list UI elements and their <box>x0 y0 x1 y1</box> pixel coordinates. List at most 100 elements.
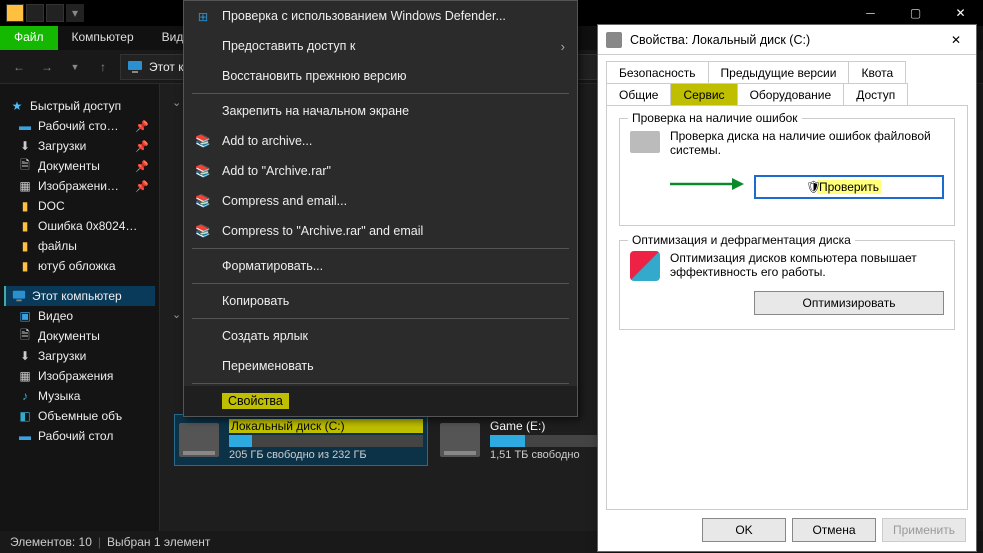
defrag-description: Оптимизация дисков компьютера повышает э… <box>670 251 944 279</box>
close-button[interactable]: ✕ <box>938 0 983 26</box>
ctx-pin-start[interactable]: Закрепить на начальном экране <box>184 96 577 126</box>
ok-button[interactable]: OK <box>702 518 786 542</box>
star-icon: ★ <box>10 99 24 113</box>
dialog-button-row: OK Отмена Применить <box>598 518 976 552</box>
cube-icon: ◧ <box>18 409 32 423</box>
apply-button[interactable]: Применить <box>882 518 966 542</box>
thispc-icon <box>127 59 143 75</box>
ctx-properties[interactable]: Свойства <box>184 386 577 416</box>
sidebar-item-pictures[interactable]: ▦Изображения <box>4 366 155 386</box>
ctx-defender[interactable]: ⊞Проверка с использованием Windows Defen… <box>184 1 577 31</box>
dialog-title: Свойства: Локальный диск (C:) <box>630 33 810 47</box>
folder-icon: ▬ <box>18 119 32 133</box>
tab-previous-versions[interactable]: Предыдущие версии <box>708 61 850 84</box>
group-title: Проверка на наличие ошибок <box>628 111 802 125</box>
pin-icon: 📌 <box>135 140 149 153</box>
optimize-button[interactable]: Оптимизировать <box>754 291 944 315</box>
ctx-add-rar[interactable]: 📚Add to "Archive.rar" <box>184 156 577 186</box>
sidebar-item-downloads[interactable]: ⬇Загрузки📌 <box>4 136 155 156</box>
drive-c-free-text: 205 ГБ свободно из 232 ГБ <box>229 449 423 461</box>
sidebar-item-music[interactable]: ♪Музыка <box>4 386 155 406</box>
dialog-titlebar[interactable]: Свойства: Локальный диск (C:) ✕ <box>598 25 976 55</box>
sidebar-item-folder[interactable]: ▮ютуб обложка <box>4 256 155 276</box>
sidebar-item-desktop[interactable]: ▬Рабочий сто…📌 <box>4 116 155 136</box>
error-check-group: Проверка на наличие ошибок Проверка диск… <box>619 118 955 226</box>
sidebar-this-pc[interactable]: Этот компьютер <box>4 286 155 306</box>
winrar-icon: 📚 <box>194 192 212 210</box>
context-menu: ⌄ ⌄ ⊞Проверка с использованием Windows D… <box>183 0 578 417</box>
minimize-button[interactable]: ─ <box>848 0 893 26</box>
ribbon-tab-file[interactable]: Файл <box>0 26 58 50</box>
chevron-right-icon: › <box>561 39 565 54</box>
tab-sharing[interactable]: Доступ <box>843 83 908 106</box>
sidebar-item-folder[interactable]: ▮DOC <box>4 196 155 216</box>
sidebar-item-desktop[interactable]: ▬Рабочий стол <box>4 426 155 446</box>
tab-tools[interactable]: Сервис <box>670 83 737 106</box>
window-controls: ─ ▢ ✕ <box>848 0 983 26</box>
sidebar-item-videos[interactable]: ▣Видео <box>4 306 155 326</box>
properties-dialog: Свойства: Локальный диск (C:) ✕ Безопасн… <box>597 24 977 552</box>
check-description: Проверка диска на наличие ошибок файлово… <box>670 129 944 157</box>
drive-c[interactable]: Локальный диск (C:) 205 ГБ свободно из 2… <box>174 414 428 466</box>
pictures-icon: ▦ <box>18 369 32 383</box>
sidebar-item-3dobjects[interactable]: ◧Объемные объ <box>4 406 155 426</box>
ctx-add-archive[interactable]: 📚Add to archive... <box>184 126 577 156</box>
pin-icon: 📌 <box>135 160 149 173</box>
history-dropdown[interactable]: ▼ <box>64 56 86 78</box>
up-button[interactable]: ↑ <box>92 56 114 78</box>
video-icon: ▣ <box>18 309 32 323</box>
cancel-button[interactable]: Отмена <box>792 518 876 542</box>
ctx-rename[interactable]: Переименовать <box>184 351 577 381</box>
ctx-share[interactable]: Предоставить доступ к› <box>184 31 577 61</box>
download-icon: ⬇ <box>18 349 32 363</box>
winrar-icon: 📚 <box>194 132 212 150</box>
drive-icon <box>606 32 622 48</box>
sidebar-item-folder[interactable]: ▮Ошибка 0x8024… <box>4 216 155 236</box>
tab-security[interactable]: Безопасность <box>606 61 709 84</box>
ribbon-tab-computer[interactable]: Компьютер <box>58 26 148 50</box>
separator <box>192 383 569 384</box>
sidebar-item-documents[interactable]: 🗎Документы📌 <box>4 156 155 176</box>
dialog-close-button[interactable]: ✕ <box>944 28 968 52</box>
folder-icon: ▮ <box>18 219 32 233</box>
separator <box>192 93 569 94</box>
ctx-compress-email[interactable]: 📚Compress and email... <box>184 186 577 216</box>
thispc-icon <box>12 289 26 303</box>
expand-chevron-icon[interactable]: ⌄ <box>172 96 181 109</box>
qat-icon[interactable] <box>46 4 64 22</box>
ctx-create-shortcut[interactable]: Создать ярлык <box>184 321 577 351</box>
qat-icon[interactable] <box>26 4 44 22</box>
documents-icon: 🗎 <box>18 329 32 343</box>
tab-hardware[interactable]: Оборудование <box>737 83 845 106</box>
sidebar-item-downloads[interactable]: ⬇Загрузки <box>4 346 155 366</box>
ctx-format[interactable]: Форматировать... <box>184 251 577 281</box>
expand-chevron-icon[interactable]: ⌄ <box>172 308 181 321</box>
sidebar-label: Быстрый доступ <box>30 99 121 113</box>
drive-icon <box>630 131 660 153</box>
defrag-group: Оптимизация и дефрагментация диска Оптим… <box>619 240 955 330</box>
optimize-icon <box>630 251 660 281</box>
ctx-copy[interactable]: Копировать <box>184 286 577 316</box>
address-text: Этот к <box>149 60 183 74</box>
forward-button[interactable]: → <box>36 56 58 78</box>
check-button[interactable]: Проверить <box>754 175 944 199</box>
dialog-tabs: Безопасность Предыдущие версии Квота Общ… <box>598 55 976 105</box>
sidebar-item-pictures[interactable]: ▦Изображени…📌 <box>4 176 155 196</box>
ctx-restore-version[interactable]: Восстановить прежнюю версию <box>184 61 577 91</box>
tab-general[interactable]: Общие <box>606 83 671 106</box>
pin-icon: 📌 <box>135 120 149 133</box>
sidebar-item-folder[interactable]: ▮файлы <box>4 236 155 256</box>
ctx-compress-rar-email[interactable]: 📚Compress to "Archive.rar" and email <box>184 216 577 246</box>
maximize-button[interactable]: ▢ <box>893 0 938 26</box>
sidebar-item-documents[interactable]: 🗎Документы <box>4 326 155 346</box>
winrar-icon: 📚 <box>194 222 212 240</box>
qat-icon[interactable] <box>6 4 24 22</box>
winrar-icon: 📚 <box>194 162 212 180</box>
back-button[interactable]: ← <box>8 56 30 78</box>
sidebar-quick-access[interactable]: ★ Быстрый доступ <box>4 96 155 116</box>
qat-dropdown[interactable]: ▾ <box>66 4 84 22</box>
tab-quota[interactable]: Квота <box>848 61 906 84</box>
group-title: Оптимизация и дефрагментация диска <box>628 233 855 247</box>
desktop-icon: ▬ <box>18 429 32 443</box>
navigation-pane: ★ Быстрый доступ ▬Рабочий сто…📌 ⬇Загрузк… <box>0 84 160 531</box>
